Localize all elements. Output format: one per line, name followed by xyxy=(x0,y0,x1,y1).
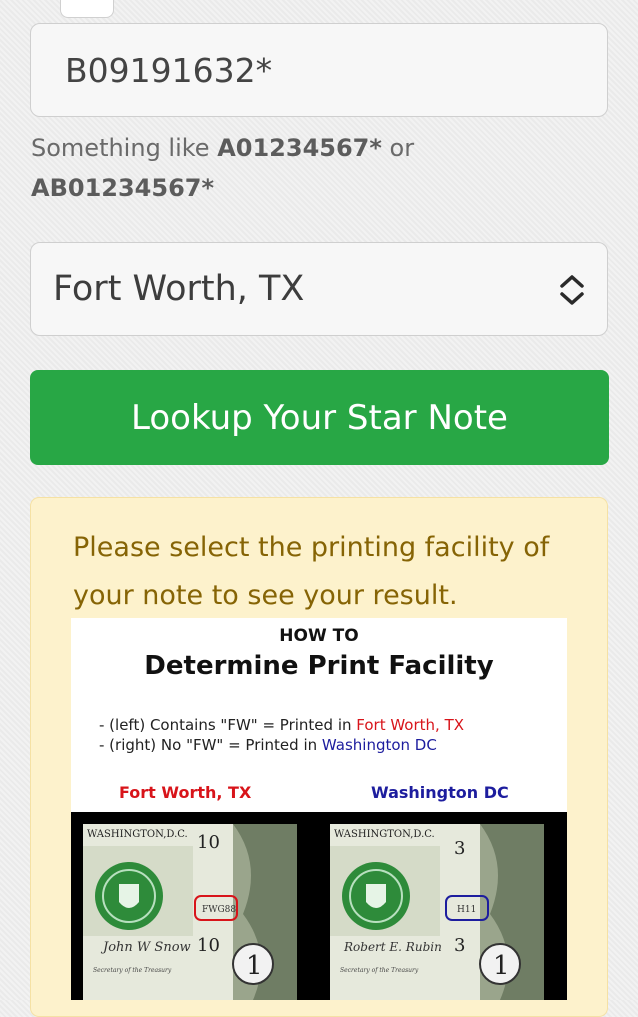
guide-howto: HOW TO xyxy=(279,626,359,646)
alert-message: Please select the printing facility of y… xyxy=(73,532,550,611)
hint-or: or xyxy=(381,134,415,162)
print-facility-guide-image: HOW TO Determine Print Facility - (left)… xyxy=(71,618,567,1000)
bill-left-signature: John W Snow xyxy=(100,940,191,955)
facility-select[interactable]: Fort Worth, TX xyxy=(30,242,608,336)
dc-mark: H11 xyxy=(457,905,476,915)
svg-text:1: 1 xyxy=(493,951,510,981)
caption-fort-worth: Fort Worth, TX xyxy=(119,783,252,802)
hint-prefix: Something like xyxy=(31,134,218,162)
guide-line1-place: Fort Worth, TX xyxy=(356,716,465,734)
caption-washington: Washington DC xyxy=(371,783,509,802)
hint-example-single: A01234567* xyxy=(217,134,382,162)
bill-right-treasurer: Secretary of the Treasury xyxy=(340,967,419,974)
lookup-star-note-button[interactable]: Lookup Your Star Note xyxy=(30,370,609,465)
bill-left-treasurer: Secretary of the Treasury xyxy=(93,967,172,974)
guide-title: Determine Print Facility xyxy=(144,651,494,681)
guide-line2-text: - (right) No "FW" = Printed in xyxy=(99,736,322,754)
bill-left-plate-bottom: 10 xyxy=(197,935,220,956)
washington-bill-image: WASHINGTON,D.C. 3 H11 Robert E. Rubin 3 … xyxy=(330,824,544,1000)
guide-line2-place: Washington DC xyxy=(321,736,437,754)
svg-text:1: 1 xyxy=(246,951,263,981)
chevron-up-down-icon xyxy=(560,275,584,305)
bill-comparison-strip: WASHINGTON,D.C. 10 FWG88 John W Snow 10 … xyxy=(71,812,567,1000)
top-tab-edge[interactable] xyxy=(60,0,114,18)
hint-example-double: AB01234567* xyxy=(31,174,215,202)
facility-select-value: Fort Worth, TX xyxy=(53,269,305,309)
bill-left-header: WASHINGTON,D.C. xyxy=(87,829,188,840)
bill-right-header: WASHINGTON,D.C. xyxy=(334,829,435,840)
guide-line-left: - (left) Contains "FW" = Printed in Fort… xyxy=(99,716,464,734)
serial-format-hint: Something like A01234567* or AB01234567* xyxy=(31,128,611,208)
bill-right-plate-bottom: 3 xyxy=(454,935,465,956)
serial-number-input[interactable] xyxy=(30,23,608,117)
bill-left-plate-top: 10 xyxy=(197,832,220,853)
bill-right-signature: Robert E. Rubin xyxy=(343,940,442,954)
fw-mark: FWG88 xyxy=(202,905,236,915)
bill-right-plate-top: 3 xyxy=(454,838,465,859)
guide-line-right: - (right) No "FW" = Printed in Washingto… xyxy=(99,736,437,754)
guide-line1-text: - (left) Contains "FW" = Printed in xyxy=(99,716,357,734)
fort-worth-bill-image: WASHINGTON,D.C. 10 FWG88 John W Snow 10 … xyxy=(83,824,297,1000)
